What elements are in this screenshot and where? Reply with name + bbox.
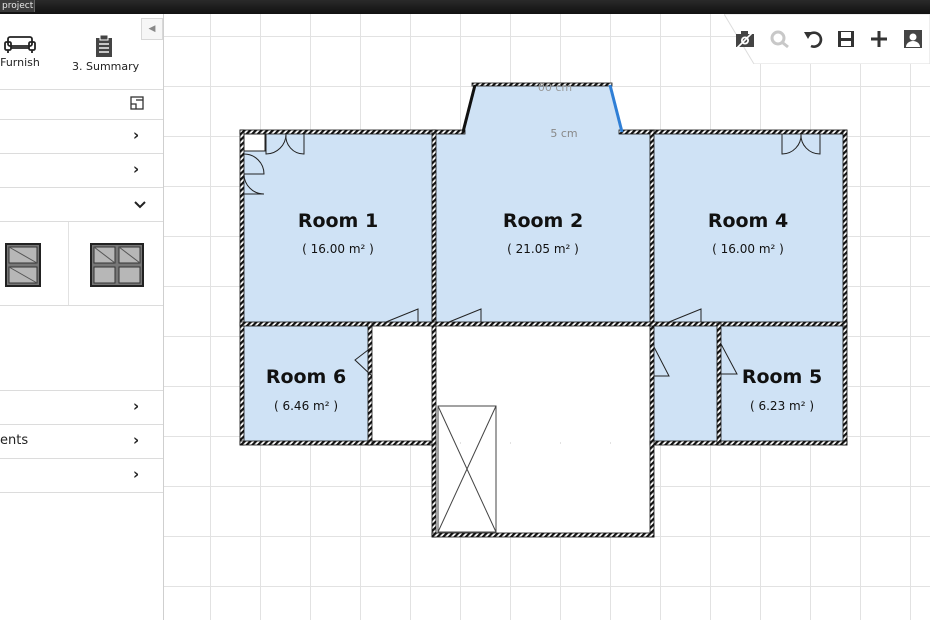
room-4-name: Room 4 xyxy=(708,210,788,232)
dimension-label-top: 00 cm xyxy=(538,81,572,94)
room-2-area: ( 21.05 m² ) xyxy=(507,242,579,256)
room-1-name: Room 1 xyxy=(298,210,378,232)
room-3-floor[interactable] xyxy=(653,326,719,442)
hall-floor[interactable] xyxy=(372,326,651,442)
room-6-name: Room 6 xyxy=(266,366,346,388)
camera-icon[interactable] xyxy=(734,28,756,50)
account-icon[interactable] xyxy=(902,28,924,50)
room-5-area: ( 6.23 m² ) xyxy=(750,399,814,413)
room-1-area: ( 16.00 m² ) xyxy=(302,242,374,256)
canvas-toolbar xyxy=(724,14,930,64)
stair-room-floor[interactable] xyxy=(436,444,651,534)
room-5-name: Room 5 xyxy=(742,366,822,388)
floorplan-drawing[interactable]: Room 1 ( 16.00 m² ) Room 2 ( 21.05 m² ) … xyxy=(0,0,930,620)
room-6-area: ( 6.46 m² ) xyxy=(274,399,338,413)
add-icon[interactable] xyxy=(868,28,890,50)
room-4-area: ( 16.00 m² ) xyxy=(712,242,784,256)
zoom-icon[interactable] xyxy=(768,28,790,50)
save-icon[interactable] xyxy=(835,28,857,50)
dimension-label-inner: 5 cm xyxy=(550,127,577,140)
undo-icon[interactable] xyxy=(802,28,824,50)
room-2-name: Room 2 xyxy=(503,210,583,232)
